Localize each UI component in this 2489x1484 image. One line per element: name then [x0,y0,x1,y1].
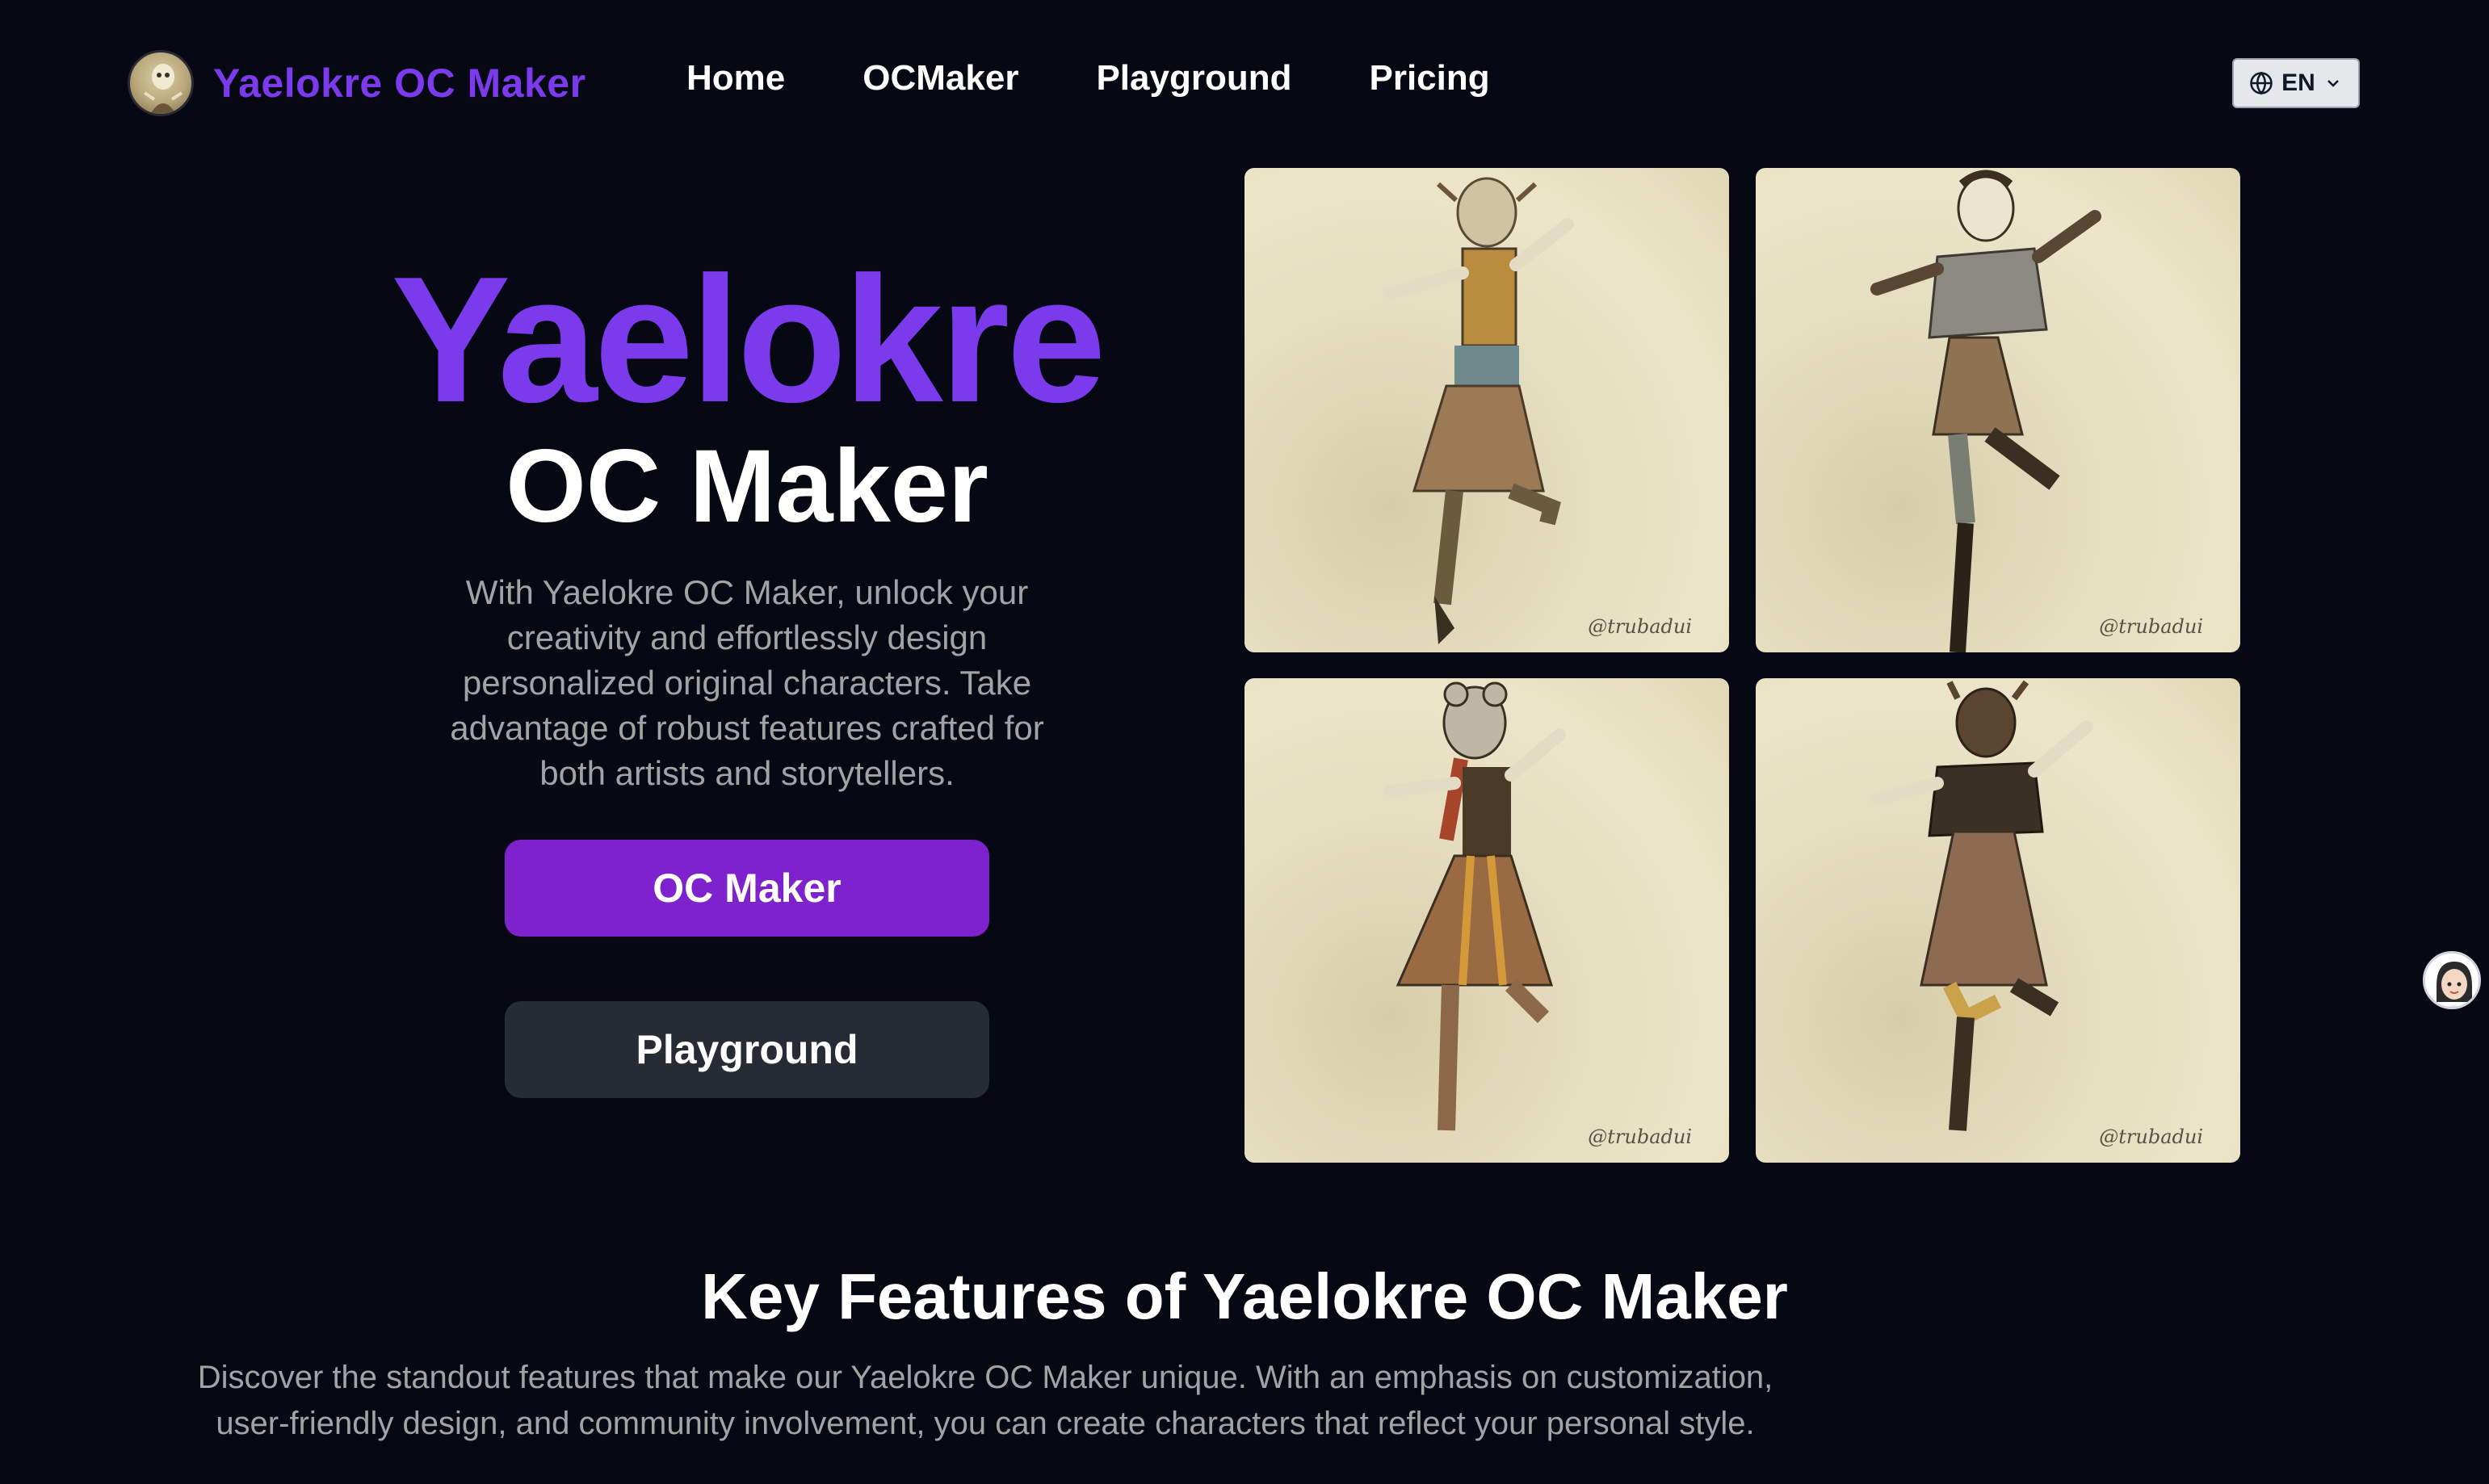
nav-home-link[interactable]: Home [686,58,785,99]
features-heading: Key Features of Yaelokre OC Maker [701,1260,1788,1332]
features-description: Discover the standout features that make… [197,1360,1773,1441]
hero-title-subtitle: OC Maker [506,429,988,544]
playground-button[interactable]: Playground [505,1001,989,1098]
brand-logo-link[interactable]: Yaelokre OC Maker [128,50,586,116]
chat-support-avatar[interactable] [2423,951,2481,1009]
assistant-avatar-icon [2437,962,2472,1007]
gallery-image-4[interactable]: @trubadui [1756,678,2240,1163]
nav-playground-link[interactable]: Playground [1096,58,1291,99]
nav-ocmaker-link[interactable]: OCMaker [863,58,1018,99]
main-nav: Home OCMaker Playground Pricing [686,58,1490,99]
artist-signature: @trubadui [2099,615,2203,638]
brand-name: Yaelokre OC Maker [213,61,586,106]
language-label: EN [2281,69,2315,96]
hero-description: With Yaelokre OC Maker, unlock your crea… [450,573,1044,793]
nav-pricing-link[interactable]: Pricing [1369,58,1489,99]
hero-title-brand: Yaelokre [391,240,1106,440]
artist-signature: @trubadui [2099,1126,2203,1148]
character-gallery: @trubadui @trubadui @trubadui @trubadui [1244,168,2240,1163]
artist-signature: @trubadui [1588,1126,1692,1148]
gallery-image-1[interactable]: @trubadui [1244,168,1729,652]
gallery-image-3[interactable]: @trubadui [1244,678,1729,1163]
oc-maker-button[interactable]: OC Maker [505,840,989,937]
top-navigation: Yaelokre OC Maker Home OCMaker Playgroun… [0,0,2489,170]
chevron-down-icon [2327,80,2339,87]
artist-signature: @trubadui [1588,615,1692,638]
language-selector[interactable]: EN [2232,58,2360,108]
character-avatar-icon [128,50,194,116]
gallery-image-2[interactable]: @trubadui [1756,168,2240,652]
hero-section: Yaelokre OC Maker With Yaelokre OC Maker… [339,250,1155,796]
globe-icon [2250,71,2273,95]
